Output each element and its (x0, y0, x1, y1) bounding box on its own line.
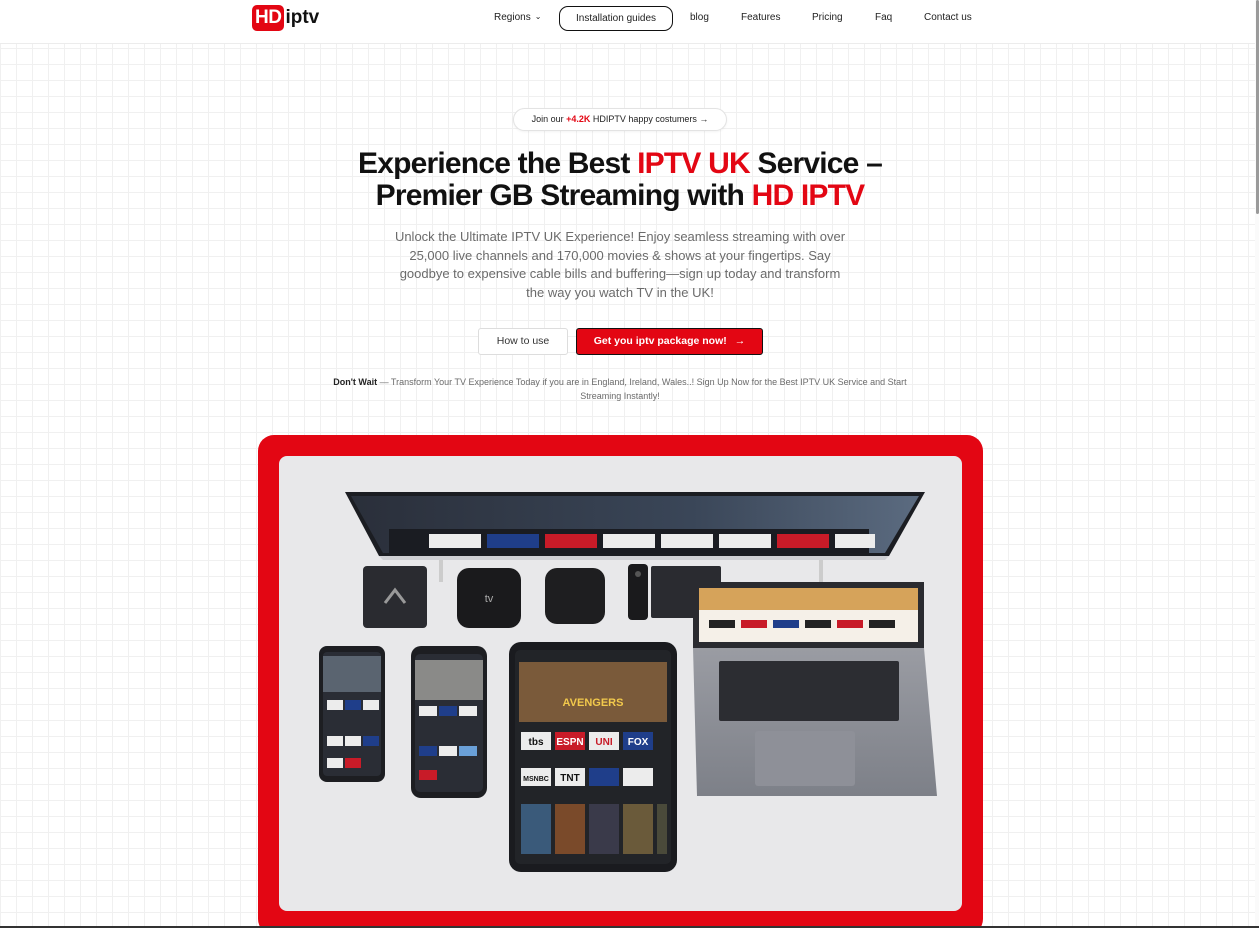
nav-pricing[interactable]: Pricing (812, 6, 843, 30)
tablet-movie-title: AVENGERS (563, 697, 624, 709)
tablet-channel-tnt: TNT (560, 773, 579, 784)
hero-title: Experience the Best IPTV UK Service – Pr… (300, 148, 940, 212)
hero-title-line2-a: Premier GB Streaming with (375, 179, 752, 212)
chevron-down-icon: ⌄ (534, 12, 542, 21)
page-scrollbar[interactable] (1255, 0, 1259, 928)
nav-regions[interactable]: Regions ⌄ (494, 6, 541, 30)
hero-title-line2-highlight: HD IPTV (751, 179, 866, 212)
hero-title-line1-highlight: IPTV UK (637, 147, 751, 180)
badge-prefix: Join our (531, 114, 567, 124)
hero-title-line1-a: Experience the Best (358, 147, 638, 180)
site-header: HD iptv Regions ⌄ Installation guides blo… (0, 0, 1259, 44)
nav-blog[interactable]: blog (690, 6, 709, 30)
note-bold: Don't Wait (333, 377, 378, 387)
nav-faq[interactable]: Faq (875, 6, 892, 30)
tablet-channel-msnbc: MSNBC (523, 776, 549, 783)
brand-logo[interactable]: HD iptv (252, 4, 319, 32)
how-to-use-button[interactable]: How to use (478, 328, 568, 355)
svg-text:tv: tv (485, 593, 494, 605)
nav-installation-guides[interactable]: Installation guides (559, 6, 674, 31)
nav-regions-label: Regions (494, 12, 531, 23)
laptop-device (693, 582, 937, 796)
tablet-channel-fox: FOX (628, 737, 649, 748)
phone-device-1 (319, 646, 385, 782)
hero-subtitle: Unlock the Ultimate IPTV UK Experience! … (394, 229, 846, 300)
tablet-channel-tbs: tbs (529, 737, 544, 748)
logo-hd: HD (252, 5, 285, 31)
streaming-boxes: tv (363, 564, 721, 628)
tablet-channel-uni: UNI (595, 737, 612, 748)
badge-count: +4.2K (566, 114, 591, 124)
devices-showcase-frame: tv AVENGERS tbs ESPN UNI FOX MSNBC TNT (258, 435, 983, 928)
phone-device-2 (411, 646, 487, 798)
arrow-right-icon: → (734, 335, 746, 347)
tablet-device: AVENGERS tbs ESPN UNI FOX MSNBC TNT (509, 642, 677, 872)
badge-suffix: HDIPTV happy costumers → (590, 114, 709, 124)
happy-customers-badge[interactable]: Join our +4.2K HDIPTV happy costumers → (513, 108, 727, 131)
devices-showcase-image: tv AVENGERS tbs ESPN UNI FOX MSNBC TNT (279, 456, 962, 911)
nav-contact-us[interactable]: Contact us (924, 6, 972, 30)
hero-title-line1-b: Service – (749, 147, 882, 180)
note-text: — Transform Your TV Experience Today if … (377, 377, 907, 401)
get-package-button[interactable]: Get you iptv package now! → (576, 328, 763, 355)
dont-wait-note: Don't Wait — Transform Your TV Experienc… (320, 376, 920, 403)
tablet-channel-espn: ESPN (556, 737, 583, 748)
logo-iptv: iptv (285, 7, 320, 28)
nav-features[interactable]: Features (741, 6, 780, 30)
get-package-label: Get you iptv package now! (593, 335, 727, 347)
devices-illustration: tv AVENGERS tbs ESPN UNI FOX MSNBC TNT (319, 492, 937, 872)
